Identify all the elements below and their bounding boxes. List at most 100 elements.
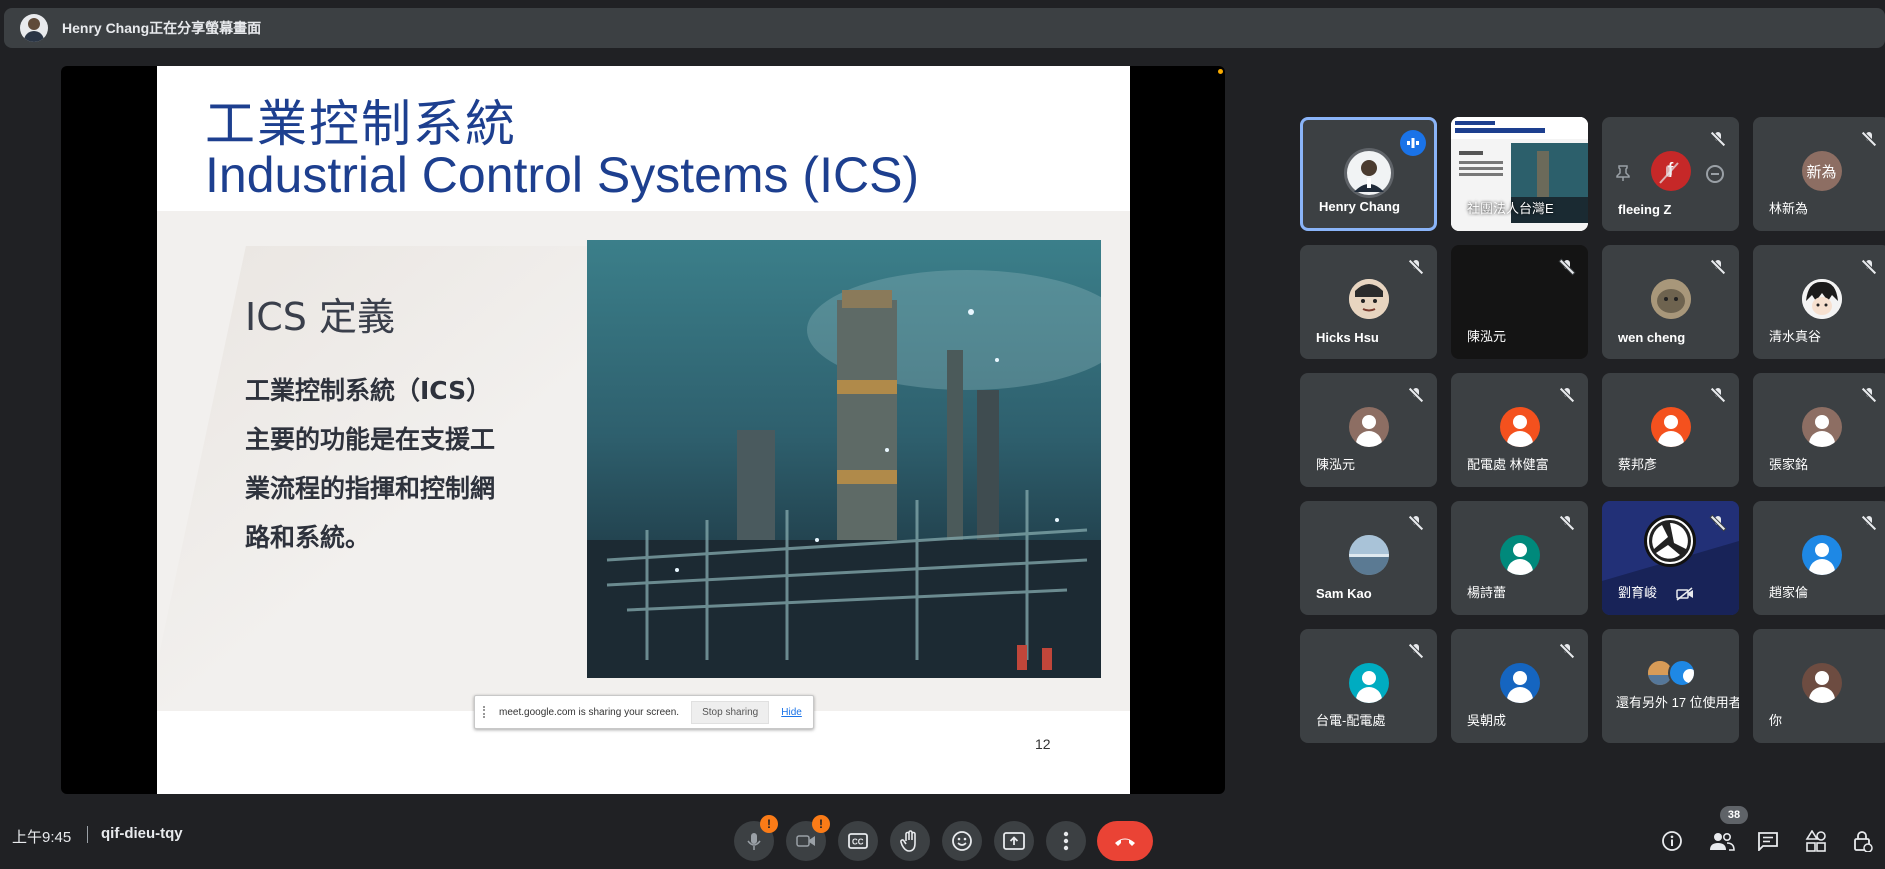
avatar (1650, 279, 1691, 319)
mic-off-icon (1409, 643, 1423, 659)
avatar (1650, 407, 1691, 447)
participant-tile[interactable]: f fleeing Z (1602, 117, 1739, 231)
info-icon[interactable] (1652, 821, 1692, 861)
avatar (1499, 535, 1540, 575)
avatar (1668, 659, 1696, 687)
avatar (1801, 407, 1842, 447)
mic-off-icon[interactable]: ! (734, 815, 778, 861)
participant-tile[interactable]: 台電-配電處 (1300, 629, 1437, 743)
chat-icon[interactable] (1748, 821, 1788, 861)
meet-window: Henry Chang正在分享螢幕畫面 工業控制系統 Industrial Co… (0, 0, 1885, 869)
participant-tile[interactable]: 張家銘 (1753, 373, 1885, 487)
avatar (1348, 663, 1389, 703)
emoji-icon[interactable] (942, 821, 982, 861)
participant-name: 張家銘 (1769, 457, 1809, 472)
participant-count-badge: 38 (1720, 806, 1748, 824)
mic-off-icon (1862, 515, 1876, 531)
participant-tile[interactable]: 劉育峻 (1602, 501, 1739, 615)
more-vert-icon[interactable] (1046, 821, 1086, 861)
speaking-indicator-icon (1400, 130, 1426, 156)
participant-name: Sam Kao (1316, 586, 1372, 601)
mic-off-icon (1560, 387, 1574, 403)
participant-tile[interactable]: 清水真谷 (1753, 245, 1885, 359)
participant-name: wen cheng (1618, 330, 1686, 345)
drag-handle-icon[interactable] (483, 706, 489, 718)
participant-tile[interactable]: Hicks Hsu (1300, 245, 1437, 359)
closed-caption-icon[interactable]: CC (838, 821, 878, 861)
remove-participant-icon[interactable] (1706, 165, 1724, 183)
participant-tile[interactable]: 趙家倫 (1753, 501, 1885, 615)
participant-name: 配電處 林健富 (1467, 457, 1549, 472)
self-tile[interactable]: 你 (1753, 629, 1885, 743)
hide-notice-link[interactable]: Hide (781, 707, 802, 718)
mic-off-icon (1711, 259, 1725, 275)
people-icon[interactable] (1702, 821, 1742, 861)
avatar (1801, 535, 1842, 575)
present-screen-icon[interactable] (994, 821, 1034, 861)
participant-tile[interactable]: 吳朝成 (1451, 629, 1588, 743)
activities-icon[interactable] (1796, 821, 1836, 861)
screen-share-notice: meet.google.com is sharing your screen. … (474, 695, 814, 729)
camera-warning-badge: ! (812, 815, 830, 833)
industrial-plant-photo (587, 240, 1101, 678)
participant-name: Henry Chang (1319, 199, 1400, 214)
mic-off-icon (1560, 515, 1574, 531)
meeting-time: 上午9:45 (12, 829, 72, 846)
others-count-label: 還有另外 17 位使用者 (1616, 695, 1739, 710)
participant-name: 劉育峻 (1618, 585, 1658, 600)
meeting-code[interactable]: qif-dieu-tqy (101, 825, 183, 842)
divider (87, 826, 88, 843)
participant-tile[interactable]: 配電處 林健富 (1451, 373, 1588, 487)
avatar (1801, 663, 1842, 703)
participant-name: 林新為 (1769, 201, 1809, 216)
participant-tile[interactable]: 新為 林新為 (1753, 117, 1885, 231)
avatar (1348, 407, 1389, 447)
presenter-avatar (20, 14, 48, 42)
mic-off-icon (1409, 387, 1423, 403)
mic-off-icon (1560, 643, 1574, 659)
stop-sharing-button[interactable]: Stop sharing (691, 700, 770, 724)
avatar (1348, 535, 1389, 575)
participant-tile[interactable]: 楊詩蕾 (1451, 501, 1588, 615)
slide-body-text: 工業控制系統（ICS） 主要的功能是在支援工 業流程的指揮和控制網 路和系統。 (245, 376, 496, 552)
mic-off-icon (1862, 387, 1876, 403)
participant-tile[interactable]: Sam Kao (1300, 501, 1437, 615)
participant-name: 社團法人台灣E (1467, 201, 1554, 216)
presentation-slide: 工業控制系統 Industrial Control Systems (ICS) … (157, 66, 1130, 794)
presenting-text: Henry Chang正在分享螢幕畫面 (62, 20, 262, 36)
participant-tile[interactable]: 陳泓元 (1300, 373, 1437, 487)
shared-screen[interactable]: 工業控制系統 Industrial Control Systems (ICS) … (61, 66, 1225, 794)
mic-off-icon (1711, 515, 1725, 531)
participant-name: Hicks Hsu (1316, 330, 1379, 345)
mic-off-icon (1862, 131, 1876, 147)
participant-name: 你 (1769, 713, 1783, 728)
camera-off-icon (1676, 587, 1694, 601)
participant-name: fleeing Z (1618, 202, 1672, 217)
slide-heading: ICS 定義 (245, 295, 395, 339)
mic-off-icon (1409, 259, 1423, 275)
videocam-off-icon[interactable]: ! (786, 815, 830, 861)
others-tile[interactable]: 還有另外 17 位使用者 (1602, 629, 1739, 743)
mute-participant-icon[interactable] (1652, 157, 1686, 191)
call-end-icon[interactable] (1097, 821, 1153, 861)
avatar (1801, 279, 1842, 319)
host-controls-icon[interactable] (1845, 821, 1881, 861)
participant-tile[interactable]: Henry Chang (1300, 117, 1437, 231)
participant-tile[interactable]: 蔡邦彥 (1602, 373, 1739, 487)
mic-off-icon (1711, 387, 1725, 403)
pin-icon[interactable] (1616, 165, 1630, 181)
participant-tile[interactable]: 社團法人台灣E (1451, 117, 1588, 231)
participant-tile[interactable]: 陳泓元 (1451, 245, 1588, 359)
plant-illustration (587, 240, 1101, 678)
participant-name: 陳泓元 (1316, 457, 1356, 472)
participant-tile[interactable]: wen cheng (1602, 245, 1739, 359)
presenting-banner: Henry Chang正在分享螢幕畫面 (4, 8, 1885, 48)
mic-off-icon (1862, 259, 1876, 275)
participant-name: 楊詩蕾 (1467, 585, 1507, 600)
mic-warning-badge: ! (760, 815, 778, 833)
participant-name: 台電-配電處 (1316, 713, 1386, 728)
avatar (1499, 407, 1540, 447)
raise-hand-icon[interactable] (890, 821, 930, 861)
participant-name: 趙家倫 (1769, 585, 1809, 600)
mic-off-icon (1409, 515, 1423, 531)
